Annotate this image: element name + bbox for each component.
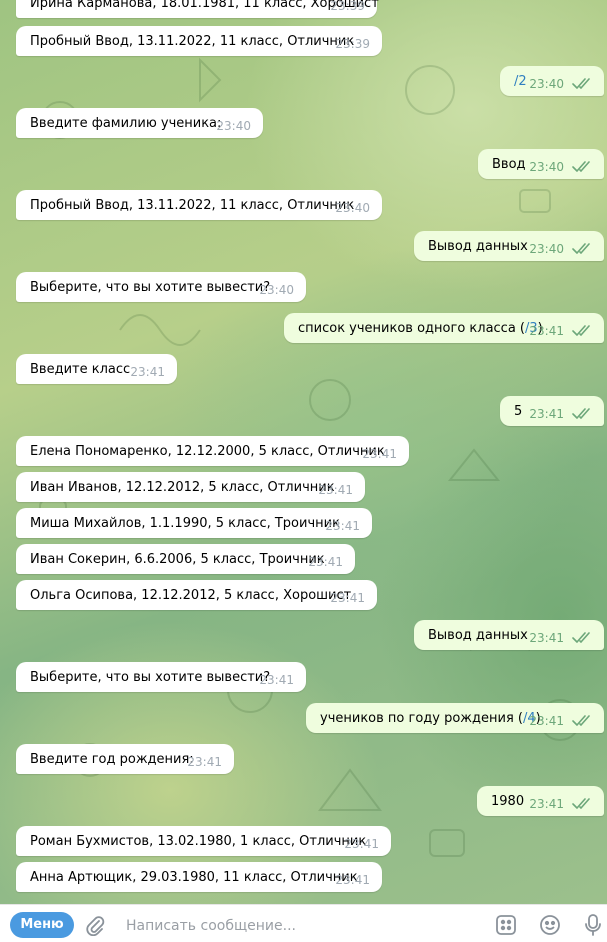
- message-time: 23:41: [330, 591, 365, 605]
- message-text-content: учеников по году рождения (: [320, 711, 523, 726]
- message-time: 23:39: [330, 0, 365, 13]
- paperclip-icon[interactable]: [84, 914, 106, 940]
- message-time: 23:40: [529, 160, 564, 174]
- message-text-content: Анна Артющик, 29.03.1980, 11 класс, Отли…: [30, 870, 358, 885]
- message-time: 23:41: [529, 407, 564, 421]
- read-checkmarks-icon: [572, 243, 594, 255]
- message-text-content: Введите год рождения:: [30, 752, 194, 767]
- message-time: 23:41: [187, 755, 222, 769]
- message-text-content: Введите фамилию ученика:: [30, 116, 222, 131]
- incoming-message[interactable]: Введите фамилию ученика: 23:40: [16, 108, 263, 138]
- message-time: 23:41: [362, 447, 397, 461]
- message-time: 23:40: [259, 283, 294, 297]
- message-input[interactable]: [124, 915, 468, 937]
- composer-bar: Меню: [0, 904, 607, 942]
- message-text-content: Пробный Ввод, 13.11.2022, 11 класс, Отли…: [30, 34, 355, 49]
- message-text-content: 5: [514, 404, 523, 419]
- read-checkmarks-icon: [572, 632, 594, 644]
- incoming-message[interactable]: Иван Сокерин, 6.6.2006, 5 класс, Троични…: [16, 544, 355, 574]
- message-text-content: Роман Бухмистов, 13.02.1980, 1 класс, От…: [30, 834, 367, 849]
- message-time: 23:41: [325, 519, 360, 533]
- read-checkmarks-icon: [572, 798, 594, 810]
- message-time: 23:41: [318, 483, 353, 497]
- incoming-message[interactable]: Иван Иванов, 12.12.2012, 5 класс, Отличн…: [16, 472, 365, 502]
- message-time: 23:41: [529, 797, 564, 811]
- message-text-content: Введите класс: [30, 362, 131, 377]
- incoming-message[interactable]: Роман Бухмистов, 13.02.1980, 1 класс, От…: [16, 826, 391, 856]
- outgoing-message[interactable]: Ввод 23:40: [478, 149, 604, 179]
- menu-button[interactable]: Меню: [10, 912, 74, 938]
- message-time: 23:40: [529, 77, 564, 91]
- message-time: 23:41: [529, 714, 564, 728]
- message-time: 23:40: [216, 119, 251, 133]
- incoming-message[interactable]: Введите класс 23:41: [16, 354, 177, 384]
- message-time: 23:39: [335, 37, 370, 51]
- incoming-message[interactable]: Выберите, что вы хотите вывести? 23:40: [16, 272, 306, 302]
- incoming-message[interactable]: Введите год рождения: 23:41: [16, 744, 234, 774]
- message-text-content: Пробный Ввод, 13.11.2022, 11 класс, Отли…: [30, 198, 355, 213]
- incoming-message[interactable]: Выберите, что вы хотите вывести? 23:41: [16, 662, 306, 692]
- outgoing-message[interactable]: 5 23:41: [500, 396, 604, 426]
- read-checkmarks-icon: [572, 161, 594, 173]
- message-time: 23:40: [529, 242, 564, 256]
- message-text-content: Вывод данных: [428, 239, 528, 254]
- incoming-message[interactable]: Ирина Карманова, 18.01.1981, 11 класс, Х…: [16, 0, 379, 18]
- message-text-content: Миша Михайлов, 1.1.1990, 5 класс, Троичн…: [30, 516, 340, 531]
- message-text-content: Выберите, что вы хотите вывести?: [30, 670, 271, 685]
- outgoing-message[interactable]: 1980 23:41: [477, 786, 604, 816]
- message-time: 23:41: [130, 365, 165, 379]
- incoming-message[interactable]: Пробный Ввод, 13.11.2022, 11 класс, Отли…: [16, 26, 382, 56]
- outgoing-message[interactable]: Вывод данных 23:41: [414, 620, 604, 650]
- chat-area[interactable]: Ирина Карманова, 18.01.1981, 11 класс, Х…: [0, 0, 607, 904]
- message-text-content: список учеников одного класса (: [298, 321, 526, 336]
- bot-commands-icon[interactable]: [495, 914, 517, 940]
- message-text-content: 1980: [491, 794, 525, 809]
- message-text-content: Ольга Осипова, 12.12.2012, 5 класс, Хоро…: [30, 588, 352, 603]
- message-text-content: Ввод: [492, 157, 526, 172]
- incoming-message[interactable]: Пробный Ввод, 13.11.2022, 11 класс, Отли…: [16, 190, 382, 220]
- read-checkmarks-icon: [572, 408, 594, 420]
- message-text-content: Елена Пономаренко, 12.12.2000, 5 класс, …: [30, 444, 385, 459]
- message-time: 23:41: [335, 873, 370, 887]
- message-text-content: Иван Иванов, 12.12.2012, 5 класс, Отличн…: [30, 480, 335, 495]
- outgoing-message[interactable]: список учеников одного класса (/3) 23:41: [284, 313, 604, 343]
- message-time: 23:41: [344, 837, 379, 851]
- outgoing-message[interactable]: Вывод данных 23:40: [414, 231, 604, 261]
- message-text: Ирина Карманова, 18.01.1981, 11 класс, Х…: [30, 0, 431, 11]
- read-checkmarks-icon: [572, 78, 594, 90]
- incoming-message[interactable]: Анна Артющик, 29.03.1980, 11 класс, Отли…: [16, 862, 382, 892]
- message-time: 23:41: [308, 555, 343, 569]
- message-time: 23:40: [335, 201, 370, 215]
- message-time: 23:41: [529, 631, 564, 645]
- outgoing-message[interactable]: учеников по году рождения (/4) 23:41: [306, 703, 604, 733]
- message-text-content: Ирина Карманова, 18.01.1981, 11 класс, Х…: [30, 0, 379, 11]
- message-time: 23:41: [529, 324, 564, 338]
- emoji-icon[interactable]: [539, 914, 561, 940]
- incoming-message[interactable]: Миша Михайлов, 1.1.1990, 5 класс, Троичн…: [16, 508, 372, 538]
- message-text-content: Иван Сокерин, 6.6.2006, 5 класс, Троични…: [30, 552, 325, 567]
- message-text-content: Выберите, что вы хотите вывести?: [30, 280, 271, 295]
- command-link[interactable]: /2: [514, 74, 527, 89]
- message-text-content: Вывод данных: [428, 628, 528, 643]
- read-checkmarks-icon: [572, 715, 594, 727]
- outgoing-message[interactable]: /2 23:40: [500, 66, 604, 96]
- microphone-icon[interactable]: [583, 913, 603, 941]
- message-time: 23:41: [259, 673, 294, 687]
- read-checkmarks-icon: [572, 325, 594, 337]
- incoming-message[interactable]: Елена Пономаренко, 12.12.2000, 5 класс, …: [16, 436, 409, 466]
- incoming-message[interactable]: Ольга Осипова, 12.12.2012, 5 класс, Хоро…: [16, 580, 377, 610]
